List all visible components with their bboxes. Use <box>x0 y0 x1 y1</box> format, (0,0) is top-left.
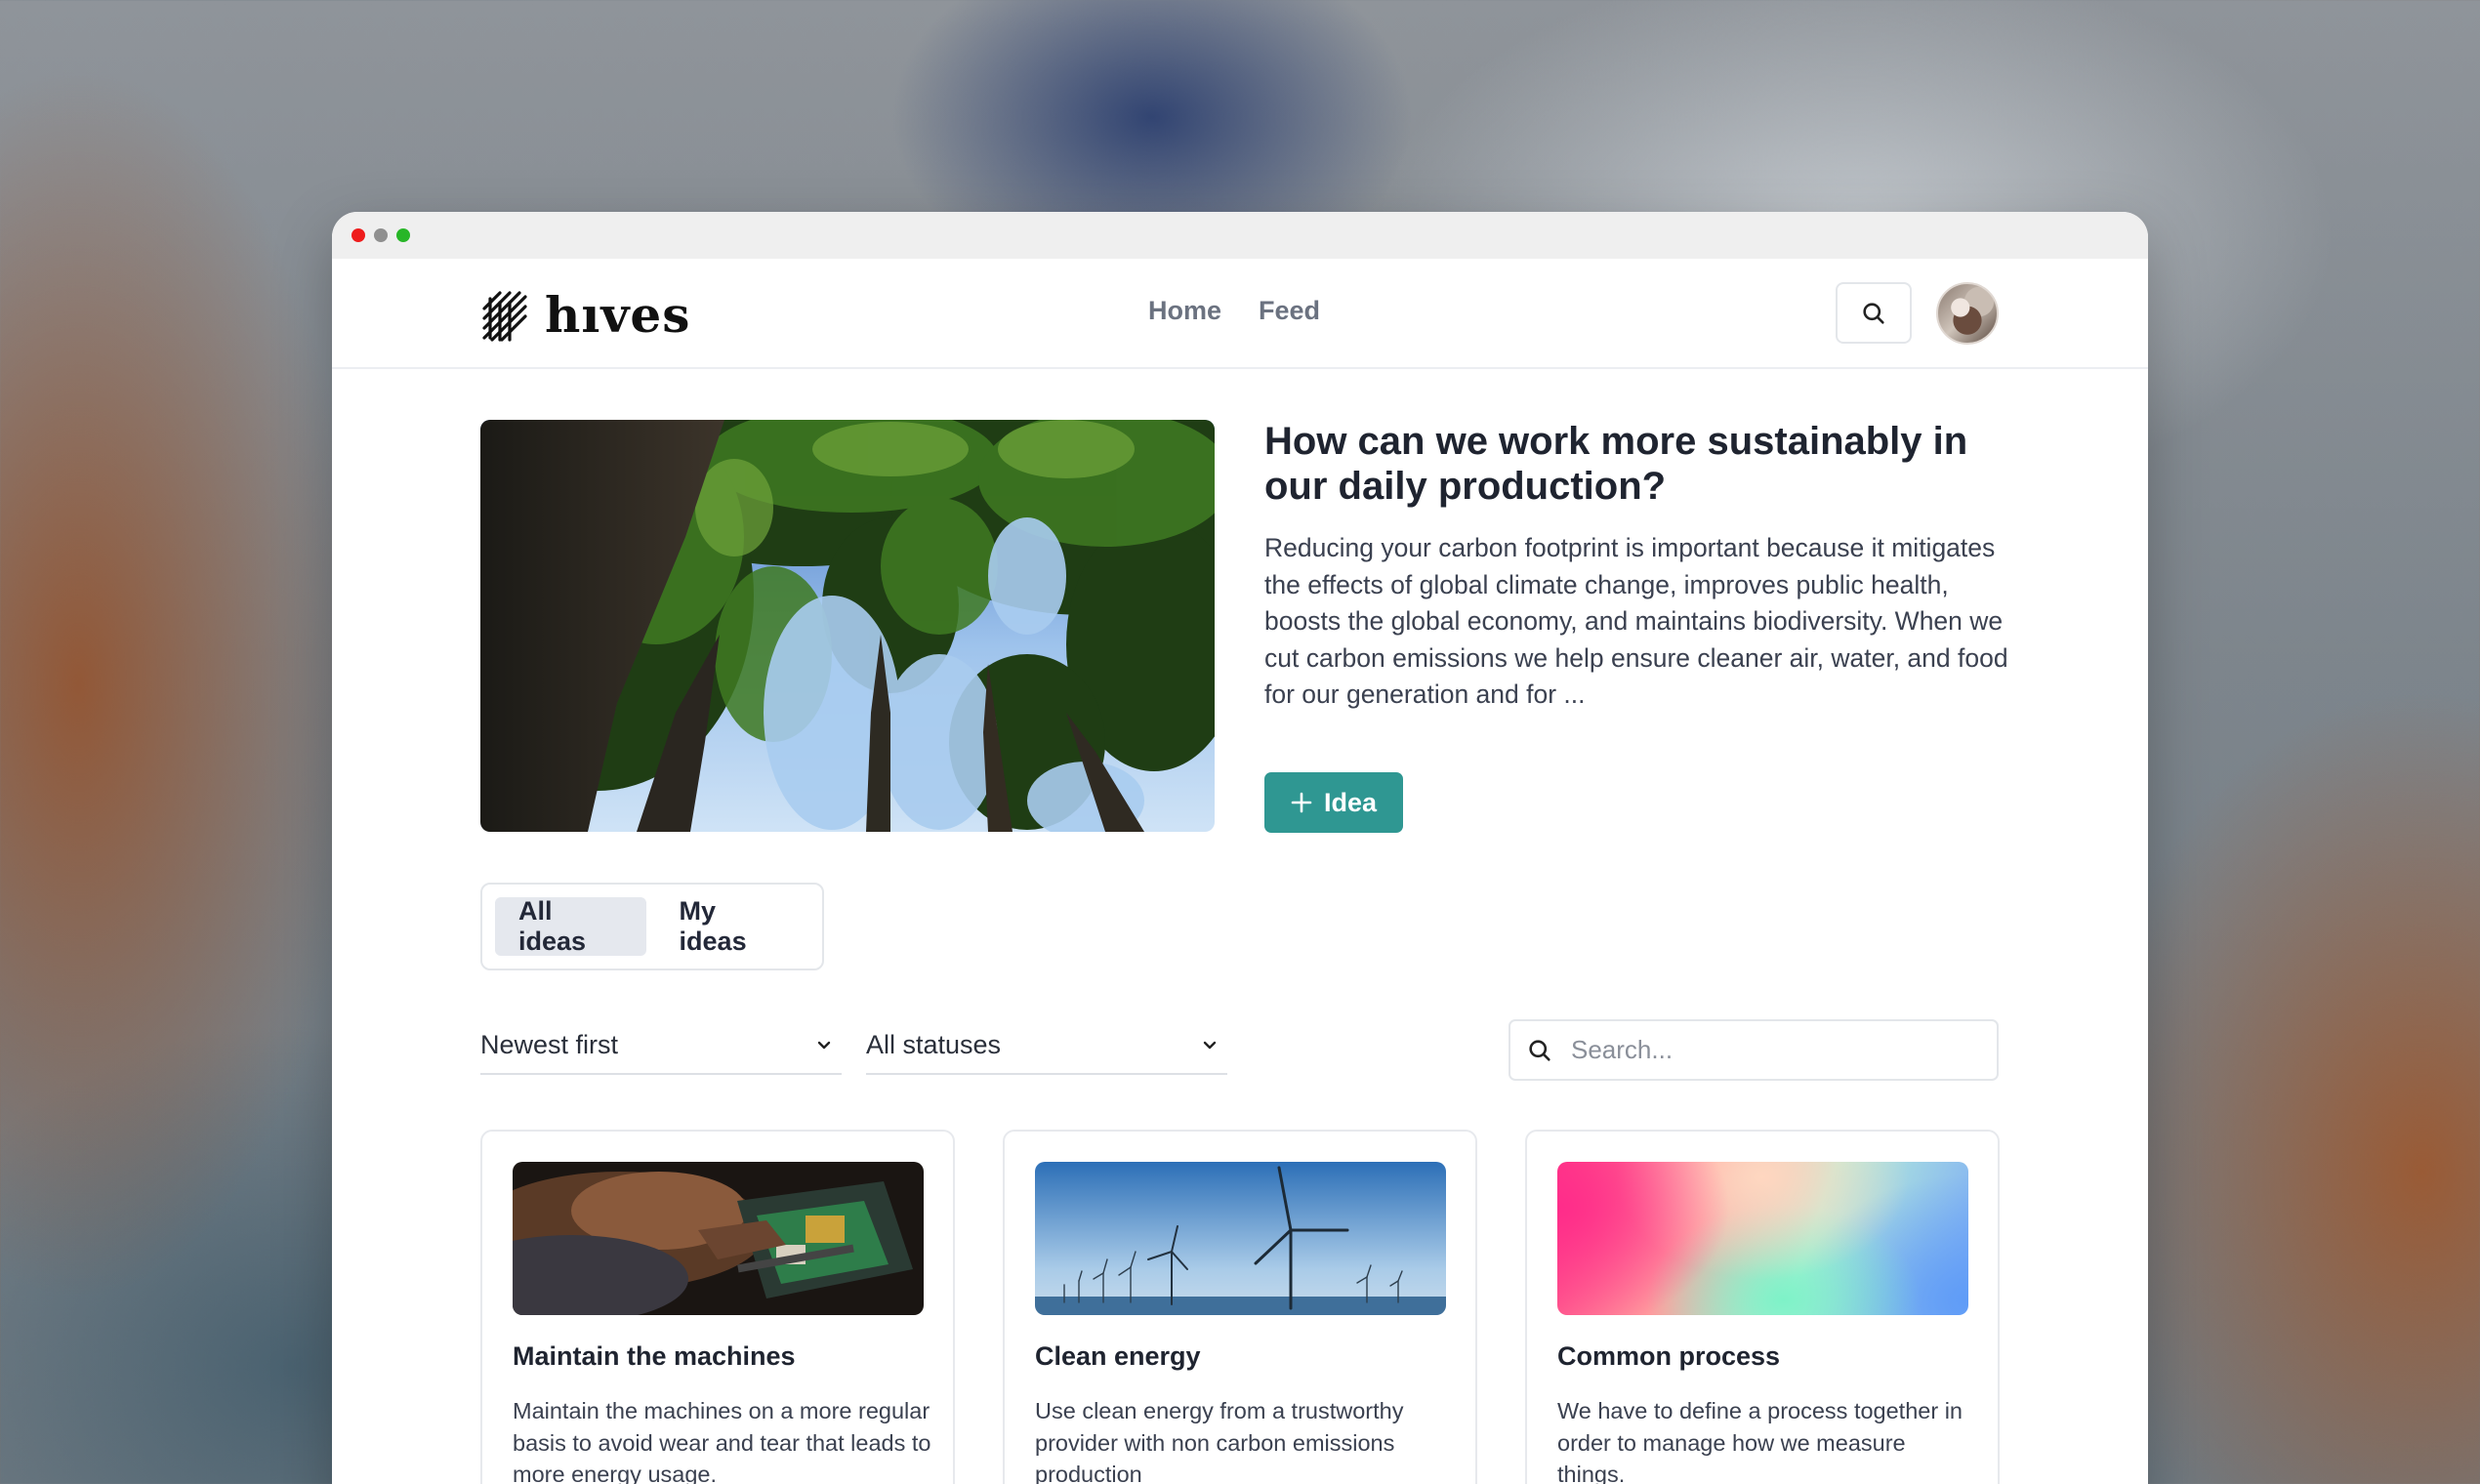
hives-logo-icon <box>482 290 527 342</box>
add-idea-button[interactable]: Idea <box>1264 772 1403 833</box>
card-image-gradient <box>1557 1162 1968 1315</box>
close-window-dot[interactable] <box>351 228 365 242</box>
hero-title: How can we work more sustainably in our … <box>1264 420 1968 508</box>
card-title: Clean energy <box>1035 1341 1201 1371</box>
app-logo[interactable]: hıves <box>480 286 690 344</box>
chevron-down-icon <box>817 1041 831 1050</box>
search-icon <box>1863 302 1884 324</box>
wind-turbines-illustration <box>1035 1162 1446 1315</box>
add-idea-label: Idea <box>1323 787 1378 817</box>
card-image-machine <box>513 1162 924 1315</box>
browser-window: hıves Home Feed How can we work more sus… <box>332 212 2148 1484</box>
card-description: We have to define a process together in … <box>1557 1398 1963 1484</box>
idea-card[interactable]: Clean energy Use clean energy from a tru… <box>1003 1130 1477 1484</box>
card-title: Maintain the machines <box>513 1341 796 1371</box>
card-image-wind <box>1035 1162 1446 1315</box>
top-navbar: hıves Home Feed <box>332 259 2148 369</box>
machine-repair-illustration <box>513 1162 924 1315</box>
maximize-window-dot[interactable] <box>396 228 410 242</box>
hero-description: Reducing your carbon footprint is import… <box>1264 533 2008 710</box>
sort-select-value: Newest first <box>480 1029 619 1059</box>
card-title: Common process <box>1557 1341 1781 1371</box>
window-titlebar <box>332 212 2148 259</box>
idea-card[interactable]: Maintain the machines Maintain the machi… <box>480 1130 955 1484</box>
ideas-search-field[interactable] <box>1509 1019 1999 1081</box>
card-description: Use clean energy from a trustworthy prov… <box>1035 1398 1404 1484</box>
card-description: Maintain the machines on a more regular … <box>513 1398 931 1484</box>
hero-forest-image <box>480 420 1215 832</box>
main-nav: Home Feed <box>1148 296 1320 326</box>
plus-icon <box>1291 792 1312 813</box>
nav-home-link[interactable]: Home <box>1148 296 1221 326</box>
minimize-window-dot[interactable] <box>374 228 388 242</box>
logo-wordmark: hıves <box>545 286 691 344</box>
sort-select[interactable]: Newest first <box>480 1016 842 1075</box>
ideas-tabs: All ideas My ideas <box>480 883 824 970</box>
search-icon <box>1529 1039 1550 1061</box>
forest-canopy-illustration <box>480 420 1215 832</box>
tab-my-ideas[interactable]: My ideas <box>656 896 809 956</box>
status-select-value: All statuses <box>866 1029 1002 1059</box>
chevron-down-icon <box>1203 1041 1217 1050</box>
ideas-search-input[interactable] <box>1571 1035 1962 1065</box>
header-search-button[interactable] <box>1836 282 1912 344</box>
tab-all-ideas[interactable]: All ideas <box>495 896 646 956</box>
status-select[interactable]: All statuses <box>866 1016 1227 1075</box>
user-avatar[interactable] <box>1936 282 1999 345</box>
nav-feed-link[interactable]: Feed <box>1259 296 1320 326</box>
idea-card[interactable]: Common process We have to define a proce… <box>1525 1130 2000 1484</box>
